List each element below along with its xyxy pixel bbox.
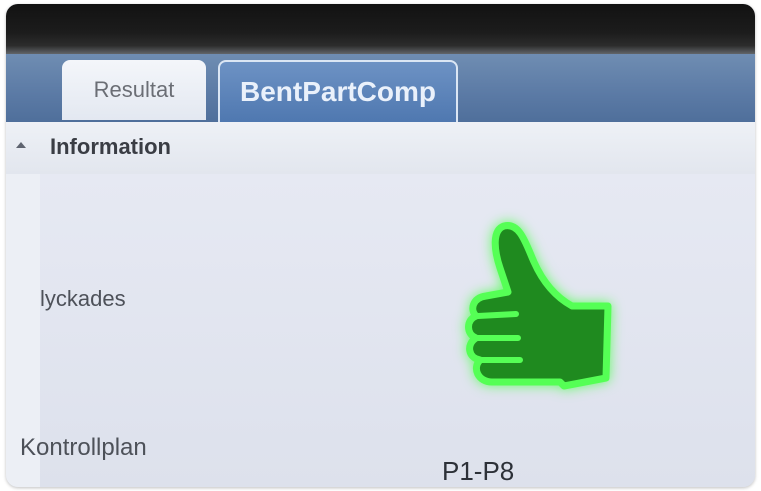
chevron-up-icon[interactable]	[16, 142, 26, 148]
information-section-header[interactable]: Information	[6, 122, 755, 175]
plan-label: Kontrollplan	[20, 434, 147, 461]
monitor-photo: Resultat BentPartComp Information lyckad…	[6, 4, 755, 487]
monitor-bezel	[6, 4, 755, 56]
information-panel	[40, 174, 755, 487]
success-label: lyckades	[40, 286, 126, 311]
thumbs-up-icon	[465, 222, 612, 390]
tab-bentpartcomp-label: BentPartComp	[239, 76, 436, 107]
section-title: Information	[50, 134, 171, 159]
plan-value: P1-P8	[442, 456, 515, 486]
tab-bentpartcomp[interactable]: BentPartComp	[218, 60, 458, 122]
tab-resultat-label: Resultat	[93, 77, 175, 102]
tab-bar: Resultat BentPartComp	[6, 54, 755, 122]
tab-resultat[interactable]: Resultat	[62, 60, 206, 120]
